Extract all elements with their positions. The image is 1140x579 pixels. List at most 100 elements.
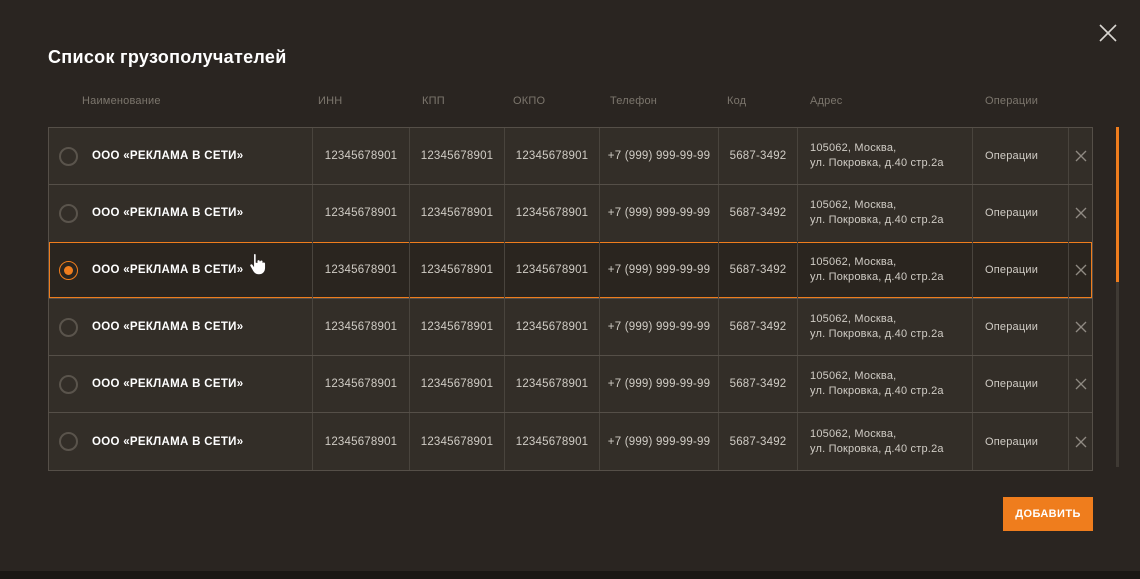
operations-button[interactable]: Операции — [985, 207, 1038, 219]
operations-cell: Операции — [973, 413, 1069, 470]
table-row[interactable]: ООО «РЕКЛАМА В СЕТИ» 12345678901 1234567… — [49, 356, 1092, 413]
table-row[interactable]: ООО «РЕКЛАМА В СЕТИ» 12345678901 1234567… — [49, 185, 1092, 242]
header-kpp: КПП — [410, 95, 505, 107]
radio-button[interactable] — [59, 147, 78, 166]
header-name: Наименование — [48, 95, 313, 107]
header-operations: Операции — [973, 95, 1069, 107]
delete-icon[interactable] — [1069, 128, 1092, 184]
address-line-2: ул. Покровка, д.40 стр.2а — [810, 270, 944, 285]
radio-button[interactable] — [59, 432, 78, 451]
table-row[interactable]: ООО «РЕКЛАМА В СЕТИ» 12345678901 1234567… — [49, 413, 1092, 470]
code-cell: 5687-3492 — [719, 356, 798, 412]
okpo-cell: 12345678901 — [505, 299, 600, 355]
operations-cell: Операции — [973, 128, 1069, 184]
inn-cell: 12345678901 — [313, 242, 410, 298]
name-cell: ООО «РЕКЛАМА В СЕТИ» — [49, 299, 313, 355]
inn-cell: 12345678901 — [313, 413, 410, 470]
delete-icon[interactable] — [1069, 185, 1092, 241]
kpp-cell: 12345678901 — [410, 413, 505, 470]
code-cell: 5687-3492 — [719, 128, 798, 184]
operations-cell: Операции — [973, 299, 1069, 355]
name-cell: ООО «РЕКЛАМА В СЕТИ» — [49, 356, 313, 412]
consignee-table: ООО «РЕКЛАМА В СЕТИ» 12345678901 1234567… — [48, 127, 1093, 471]
delete-cell — [1069, 356, 1092, 412]
address-line-1: 105062, Москва, — [810, 427, 944, 442]
header-address: Адрес — [798, 95, 973, 107]
name-cell: ООО «РЕКЛАМА В СЕТИ» — [49, 128, 313, 184]
delete-icon[interactable] — [1069, 356, 1092, 412]
operations-button[interactable]: Операции — [985, 321, 1038, 333]
delete-cell — [1069, 413, 1092, 470]
kpp-cell: 12345678901 — [410, 299, 505, 355]
radio-button[interactable] — [59, 375, 78, 394]
okpo-cell: 12345678901 — [505, 185, 600, 241]
phone-cell: +7 (999) 999-99-99 — [600, 299, 719, 355]
kpp-cell: 12345678901 — [410, 185, 505, 241]
code-cell: 5687-3492 — [719, 413, 798, 470]
consignee-name: ООО «РЕКЛАМА В СЕТИ» — [92, 264, 243, 276]
address-line-1: 105062, Москва, — [810, 198, 944, 213]
address-line-2: ул. Покровка, д.40 стр.2а — [810, 442, 944, 457]
radio-button[interactable] — [59, 261, 78, 280]
kpp-cell: 12345678901 — [410, 356, 505, 412]
code-cell: 5687-3492 — [719, 299, 798, 355]
address-line-2: ул. Покровка, д.40 стр.2а — [810, 384, 944, 399]
address-line-1: 105062, Москва, — [810, 312, 944, 327]
inn-cell: 12345678901 — [313, 299, 410, 355]
address-line-1: 105062, Москва, — [810, 141, 944, 156]
address-cell: 105062, Москва, ул. Покровка, д.40 стр.2… — [798, 242, 973, 298]
table-row[interactable]: ООО «РЕКЛАМА В СЕТИ» 12345678901 1234567… — [49, 242, 1092, 299]
address-cell: 105062, Москва, ул. Покровка, д.40 стр.2… — [798, 185, 973, 241]
phone-cell: +7 (999) 999-99-99 — [600, 413, 719, 470]
bottom-strip — [0, 571, 1140, 579]
operations-cell: Операции — [973, 356, 1069, 412]
inn-cell: 12345678901 — [313, 185, 410, 241]
delete-icon[interactable] — [1069, 242, 1092, 298]
phone-cell: +7 (999) 999-99-99 — [600, 185, 719, 241]
header-code: Код — [719, 95, 798, 107]
okpo-cell: 12345678901 — [505, 356, 600, 412]
address-line-1: 105062, Москва, — [810, 255, 944, 270]
scrollbar-track[interactable] — [1116, 127, 1119, 467]
operations-button[interactable]: Операции — [985, 378, 1038, 390]
address-line-1: 105062, Москва, — [810, 369, 944, 384]
add-button[interactable]: ДОБАВИТЬ — [1003, 497, 1093, 531]
delete-icon[interactable] — [1069, 299, 1092, 355]
consignee-name: ООО «РЕКЛАМА В СЕТИ» — [92, 150, 243, 162]
delete-cell — [1069, 299, 1092, 355]
delete-cell — [1069, 242, 1092, 298]
consignee-name: ООО «РЕКЛАМА В СЕТИ» — [92, 378, 243, 390]
operations-button[interactable]: Операции — [985, 264, 1038, 276]
kpp-cell: 12345678901 — [410, 242, 505, 298]
kpp-cell: 12345678901 — [410, 128, 505, 184]
header-phone: Телефон — [600, 95, 719, 107]
table-header-row: Наименование ИНН КПП ОКПО Телефон Код Ад… — [48, 95, 1093, 107]
radio-button[interactable] — [59, 204, 78, 223]
operations-button[interactable]: Операции — [985, 150, 1038, 162]
delete-cell — [1069, 128, 1092, 184]
address-cell: 105062, Москва, ул. Покровка, д.40 стр.2… — [798, 413, 973, 470]
page-title: Список грузополучателей — [48, 47, 287, 68]
phone-cell: +7 (999) 999-99-99 — [600, 128, 719, 184]
consignee-name: ООО «РЕКЛАМА В СЕТИ» — [92, 207, 243, 219]
table-row[interactable]: ООО «РЕКЛАМА В СЕТИ» 12345678901 1234567… — [49, 299, 1092, 356]
table-row[interactable]: ООО «РЕКЛАМА В СЕТИ» 12345678901 1234567… — [49, 128, 1092, 185]
address-line-2: ул. Покровка, д.40 стр.2а — [810, 213, 944, 228]
phone-cell: +7 (999) 999-99-99 — [600, 242, 719, 298]
name-cell: ООО «РЕКЛАМА В СЕТИ» — [49, 185, 313, 241]
okpo-cell: 12345678901 — [505, 242, 600, 298]
phone-cell: +7 (999) 999-99-99 — [600, 356, 719, 412]
operations-button[interactable]: Операции — [985, 436, 1038, 448]
name-cell: ООО «РЕКЛАМА В СЕТИ» — [49, 413, 313, 470]
consignee-name: ООО «РЕКЛАМА В СЕТИ» — [92, 436, 243, 448]
close-icon[interactable] — [1097, 22, 1119, 44]
scrollbar-thumb[interactable] — [1116, 127, 1119, 282]
okpo-cell: 12345678901 — [505, 128, 600, 184]
delete-icon[interactable] — [1069, 413, 1092, 470]
radio-button[interactable] — [59, 318, 78, 337]
name-cell: ООО «РЕКЛАМА В СЕТИ» — [49, 242, 313, 298]
code-cell: 5687-3492 — [719, 242, 798, 298]
okpo-cell: 12345678901 — [505, 413, 600, 470]
address-line-2: ул. Покровка, д.40 стр.2а — [810, 327, 944, 342]
consignee-name: ООО «РЕКЛАМА В СЕТИ» — [92, 321, 243, 333]
